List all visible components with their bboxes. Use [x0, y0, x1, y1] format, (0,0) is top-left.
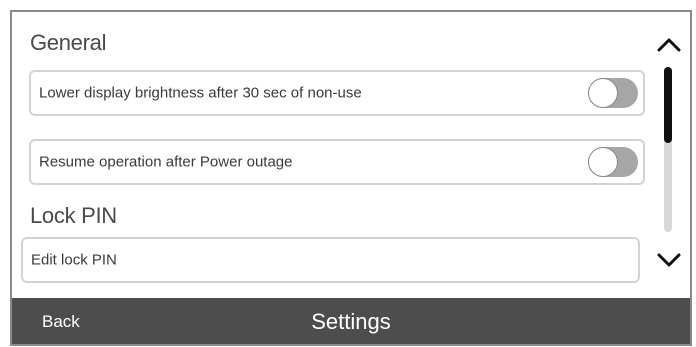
scroll-up-button[interactable]	[655, 34, 683, 54]
settings-screen: General Lower display brightness after 3…	[10, 10, 692, 346]
toggle-knob	[588, 147, 618, 177]
scrollbar-track[interactable]	[664, 67, 672, 232]
lower-brightness-toggle[interactable]	[588, 78, 638, 108]
toggle-knob	[588, 78, 618, 108]
setting-row-edit-lock-pin[interactable]: Edit lock PIN	[21, 237, 640, 283]
footer-bar: Back Settings	[12, 298, 690, 344]
setting-label-lower-brightness: Lower display brightness after 30 sec of…	[39, 84, 362, 102]
setting-row-lower-brightness[interactable]: Lower display brightness after 30 sec of…	[29, 70, 645, 116]
setting-label-resume-after-outage: Resume operation after Power outage	[39, 153, 293, 171]
setting-row-resume-after-outage[interactable]: Resume operation after Power outage	[29, 139, 645, 185]
section-title-general: General	[30, 30, 107, 55]
back-button[interactable]: Back	[42, 298, 80, 344]
scrollbar-thumb[interactable]	[664, 67, 672, 143]
chevron-down-icon	[657, 253, 681, 267]
chevron-up-icon	[657, 38, 681, 52]
scroll-down-button[interactable]	[655, 250, 683, 270]
setting-label-edit-lock-pin: Edit lock PIN	[31, 251, 117, 269]
section-title-lock-pin: Lock PIN	[30, 203, 117, 228]
resume-after-outage-toggle[interactable]	[588, 147, 638, 177]
footer-title: Settings	[311, 309, 391, 334]
settings-content: General Lower display brightness after 3…	[12, 12, 690, 298]
